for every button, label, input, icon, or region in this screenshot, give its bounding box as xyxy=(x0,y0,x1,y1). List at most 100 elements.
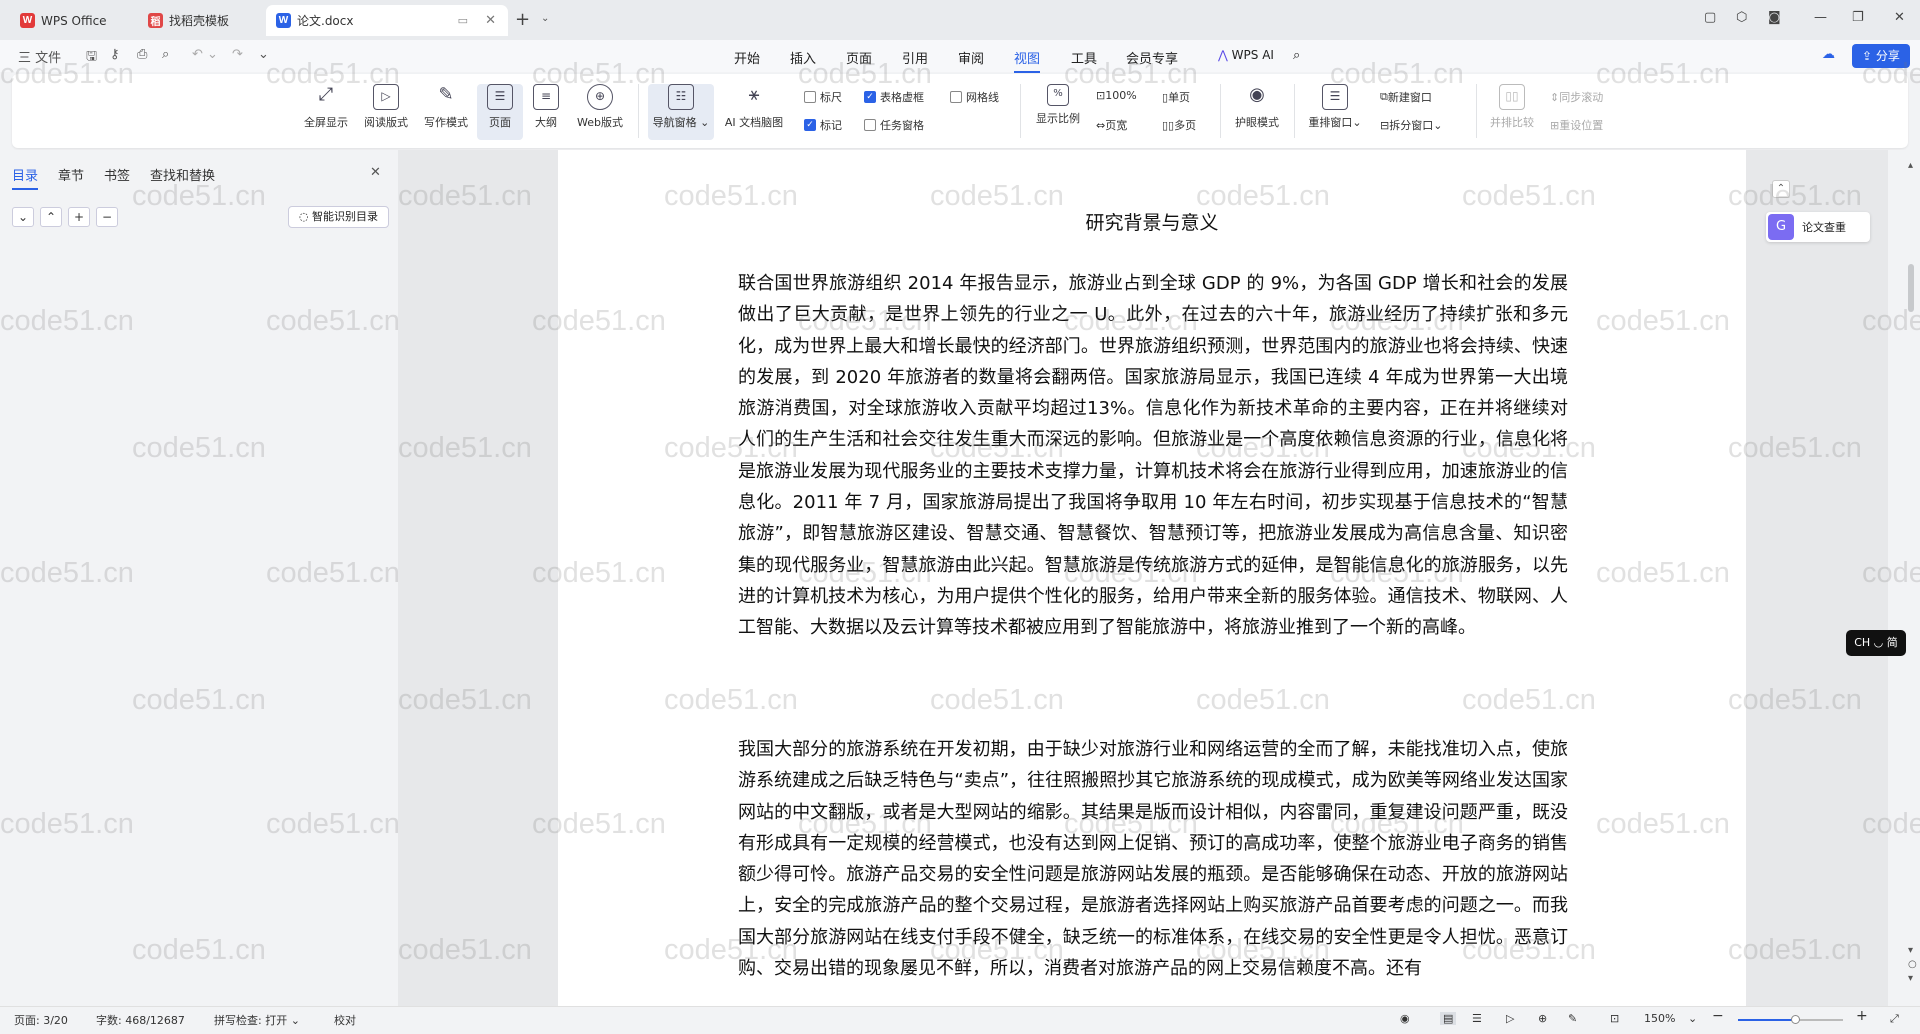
menu-insert[interactable]: 插入 xyxy=(790,48,816,67)
outline-icon: ≡ xyxy=(533,84,559,110)
marks-checkbox[interactable]: ✓ 标记 xyxy=(804,117,842,133)
table-gridlines-checkbox[interactable]: ✓ 表格虚框 xyxy=(864,89,924,105)
chevron-down-icon[interactable]: ⌄ xyxy=(541,13,549,24)
redo-icon[interactable]: ↷ xyxy=(232,47,243,62)
new-tab-icon[interactable]: + xyxy=(515,9,530,30)
page-width-icon: ⇔ xyxy=(1096,118,1106,132)
sync-scroll-button[interactable]: ⇕ 同步滚动 xyxy=(1550,89,1603,105)
file-menu[interactable]: 三 文件 xyxy=(18,47,61,66)
save-icon[interactable]: 🖫 xyxy=(86,47,97,69)
document-canvas[interactable]: 研究背景与意义 联合国世界旅游组织 2014 年报告显示，旅游业占到全球 GDP… xyxy=(398,150,1888,1006)
search-icon[interactable]: ⌕ xyxy=(1293,48,1300,63)
tab-find-replace[interactable]: 查找和替换 xyxy=(150,165,215,184)
scroll-up-icon[interactable]: ▴ xyxy=(1908,160,1913,171)
tab-template[interactable]: 稻 找稻壳模板 xyxy=(138,5,263,36)
globe-icon[interactable]: ⊕ xyxy=(1538,1012,1547,1025)
smart-toc-button[interactable]: ◌ 智能识别目录 xyxy=(288,206,389,228)
web-layout-button[interactable]: ⊕ Web版式 xyxy=(572,84,628,130)
side-by-side-button[interactable]: ▯▯ 并排比较 xyxy=(1484,84,1540,130)
write-mode-button[interactable]: ✎ 写作模式 xyxy=(420,84,472,130)
chevron-down-icon: ⌄ xyxy=(1352,116,1362,129)
close-pane-icon[interactable]: ✕ xyxy=(370,165,381,180)
collapse-up-icon[interactable]: ⌃ xyxy=(1772,180,1790,198)
menu-references[interactable]: 引用 xyxy=(902,48,928,67)
share-button[interactable]: ⇪ 分享 xyxy=(1852,44,1910,68)
eye-care-button[interactable]: ◉ 护眼模式 xyxy=(1230,84,1284,130)
remove-heading-icon[interactable]: − xyxy=(96,207,118,227)
word-count[interactable]: 字数: 468/12687 xyxy=(96,1012,185,1028)
nav-pane-button[interactable]: ☷ 导航窗格 ⌄ xyxy=(648,84,714,140)
page-view-button[interactable]: ☰ 页面 xyxy=(477,84,523,140)
spell-check[interactable]: 拼写检查: 打开 ⌄ xyxy=(214,1012,300,1028)
cloud-sync-icon[interactable]: ☁ xyxy=(1822,47,1835,62)
paper-check-button[interactable]: G 论文查重 xyxy=(1766,212,1870,242)
box-icon[interactable]: ⬡ xyxy=(1736,10,1747,25)
add-heading-icon[interactable]: + xyxy=(68,207,90,227)
task-pane-checkbox[interactable]: 任务窗格 xyxy=(864,117,924,133)
zoom-ratio-button[interactable]: % 显示比例 xyxy=(1030,84,1086,126)
more-chevron-icon[interactable]: ⌄ xyxy=(258,47,269,62)
tab-document[interactable]: W 论文.docx ▭ ✕ xyxy=(266,5,508,36)
zoom-slider-handle[interactable] xyxy=(1791,1015,1800,1024)
multi-page-button[interactable]: ▯▯ 多页 xyxy=(1162,117,1196,133)
page-width-button[interactable]: ⇔ 页宽 xyxy=(1096,117,1127,133)
split-window-button[interactable]: ⊟ 拆分窗口 ⌄ xyxy=(1380,117,1442,133)
window-layout-icon[interactable]: ▢ xyxy=(1704,10,1716,25)
read-mode-button[interactable]: ▷ 阅读版式 xyxy=(360,84,412,130)
tab-wps-office[interactable]: W WPS Office xyxy=(10,5,135,36)
menu-home[interactable]: 开始 xyxy=(734,48,760,67)
wps-ai-button[interactable]: ⋀ WPS AI xyxy=(1218,48,1274,62)
new-window-button[interactable]: ⧉ 新建窗口 xyxy=(1380,89,1432,105)
zoom-out-icon[interactable]: − xyxy=(1712,1008,1724,1024)
preview-icon[interactable]: ⌕ xyxy=(162,47,169,62)
document-page[interactable]: 研究背景与意义 联合国世界旅游组织 2014 年报告显示，旅游业占到全球 GDP… xyxy=(558,150,1746,1006)
outline-button[interactable]: ≡ 大纲 xyxy=(528,84,564,130)
outline-icon[interactable]: ☰ xyxy=(1472,1012,1482,1025)
fit-icon[interactable]: ⊡ xyxy=(1610,1012,1619,1025)
eye-icon: ◉ xyxy=(1249,84,1265,105)
zoom-100-button[interactable]: ⊡ 100% xyxy=(1096,89,1137,102)
zoom-in-icon[interactable]: + xyxy=(1856,1008,1868,1024)
collapse-chevron-icon[interactable]: ⌃ xyxy=(40,207,62,227)
proofread[interactable]: 校对 xyxy=(334,1012,356,1028)
pen-icon[interactable]: ✎ xyxy=(1568,1012,1577,1025)
globe-icon: ⊕ xyxy=(587,84,613,110)
ime-indicator[interactable]: CH ◡ 简 xyxy=(1846,630,1906,656)
menu-member[interactable]: 会员专享 xyxy=(1126,48,1178,67)
page-icon: ☰ xyxy=(487,84,513,110)
tab-toc[interactable]: 目录 xyxy=(12,165,39,190)
avatar[interactable]: ◙ xyxy=(1768,10,1781,25)
gridlines-checkbox[interactable]: 网格线 xyxy=(950,89,999,105)
reset-position-button[interactable]: ⊞ 重设位置 xyxy=(1550,117,1603,133)
restore-icon[interactable]: ❐ xyxy=(1852,10,1864,25)
undo-icon[interactable]: ↶ ⌄ xyxy=(192,47,218,62)
page-indicator[interactable]: 页面: 3/20 xyxy=(14,1012,68,1028)
page-view-icon[interactable]: ▤ xyxy=(1440,1012,1457,1025)
chevron-down-icon[interactable]: ⌄ xyxy=(1688,1012,1697,1025)
print-icon[interactable]: ⎙ xyxy=(137,47,147,62)
tab-chapters[interactable]: 章节 xyxy=(58,165,84,184)
play-icon[interactable]: ▷ xyxy=(1506,1012,1514,1025)
rearrange-window-button[interactable]: ☰ 重排窗口⌄ xyxy=(1302,84,1368,130)
close-window-icon[interactable]: ✕ xyxy=(1894,10,1905,25)
single-page-button[interactable]: ▯ 单页 xyxy=(1162,89,1190,105)
fullscreen-button[interactable]: ⤢ 全屏显示 xyxy=(300,84,352,130)
menu-review[interactable]: 审阅 xyxy=(958,48,984,67)
zoom-level[interactable]: 150% xyxy=(1644,1012,1675,1025)
tab-bookmarks[interactable]: 书签 xyxy=(104,165,130,184)
minimize-icon[interactable]: — xyxy=(1814,10,1827,25)
close-tab-icon[interactable]: ✕ xyxy=(485,13,496,28)
menu-view[interactable]: 视图 xyxy=(1014,48,1041,73)
menu-tools[interactable]: 工具 xyxy=(1071,48,1097,67)
checkbox-checked-icon: ✓ xyxy=(804,119,816,131)
eye-icon[interactable]: ◉ xyxy=(1400,1012,1410,1025)
scrollbar-thumb[interactable] xyxy=(1908,264,1914,312)
menu-page[interactable]: 页面 xyxy=(846,48,872,67)
ai-mindmap-button[interactable]: ⚹ AI 文档脑图 xyxy=(720,84,788,130)
page-nav-icon[interactable]: ▾ ○ ▾ xyxy=(1908,944,1917,986)
device-icon[interactable]: ▭ xyxy=(458,14,468,27)
fullscreen-icon[interactable]: ⤢ xyxy=(1890,1012,1899,1026)
ruler-checkbox[interactable]: 标尺 xyxy=(804,89,842,105)
expand-chevron-icon[interactable]: ⌄ xyxy=(12,207,34,227)
key-icon[interactable]: ⚷ xyxy=(110,47,120,62)
